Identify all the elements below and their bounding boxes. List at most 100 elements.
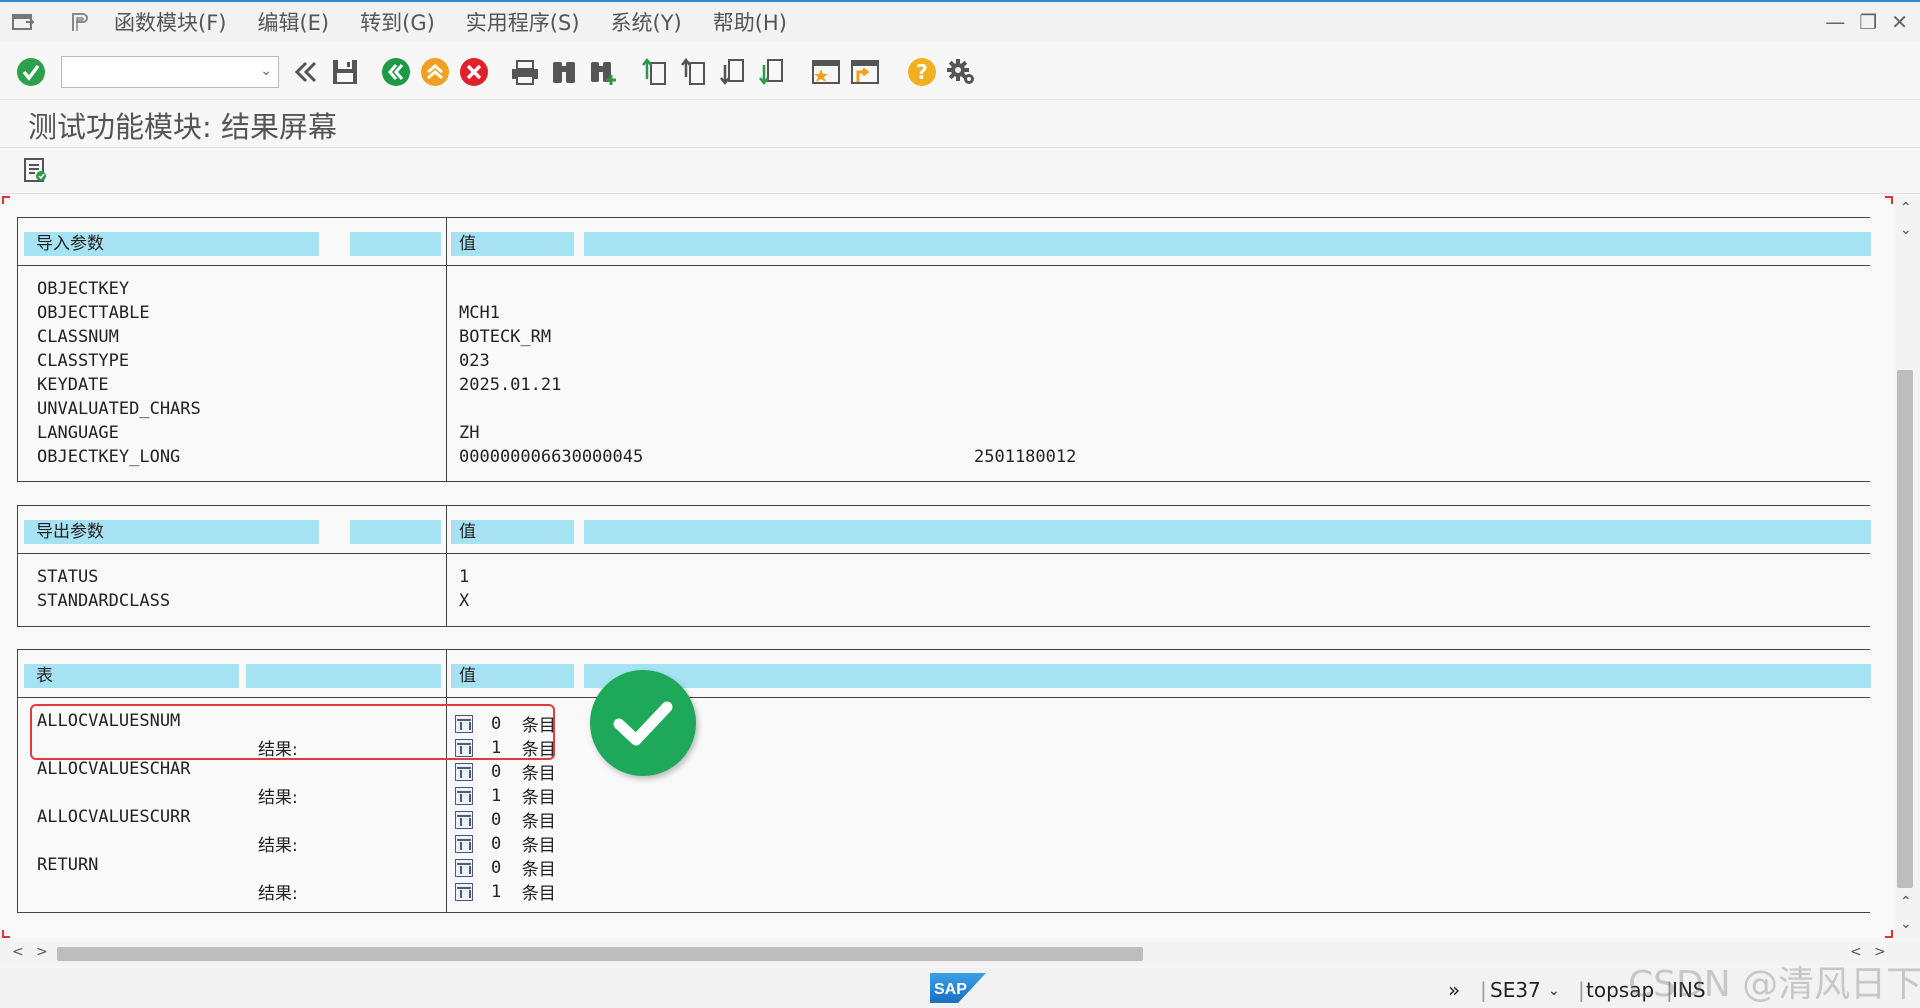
restore-icon[interactable]: ❐ (1859, 10, 1877, 34)
import-header-name: 导入参数 (24, 232, 319, 256)
param-name: CLASSNUM (37, 327, 119, 347)
status-expand-icon[interactable]: » (1448, 978, 1460, 1002)
table-entries-before[interactable]: 0 条目 (455, 759, 556, 784)
settings-gear-icon[interactable] (944, 55, 978, 89)
param-value: 1 (459, 567, 470, 587)
table-display-icon[interactable] (455, 858, 473, 877)
header-separator (18, 265, 1870, 266)
last-page-icon[interactable] (756, 55, 790, 89)
table-display-icon[interactable] (455, 810, 473, 829)
print-icon[interactable] (508, 55, 542, 89)
create-session-icon[interactable] (809, 55, 843, 89)
import-header-blank (350, 232, 441, 256)
import-header-value: 值 (451, 232, 574, 256)
table-entries-before[interactable]: 0 条目 (455, 855, 556, 880)
table-entries-after[interactable]: 1 条目 (455, 879, 556, 904)
scroll-up-icon[interactable]: ⌃ (1900, 200, 1912, 216)
standard-toolbar: ⌄ ? (0, 44, 1920, 100)
horizontal-scroll-thumb[interactable] (57, 947, 1143, 961)
generate-shortcut-icon[interactable] (848, 55, 882, 89)
table-entries-after[interactable]: 0 条目 (455, 831, 556, 856)
result-label: 结果: (258, 836, 298, 856)
table-display-icon[interactable] (455, 882, 473, 901)
corner-marker (2, 930, 10, 938)
vertical-scroll-thumb[interactable] (1897, 370, 1913, 888)
menu-bar: 函数模块(F) 编辑(E) 转到(G) 实用程序(S) 系统(Y) 帮助(H) … (0, 0, 1920, 42)
table-entries-after[interactable]: 1 条目 (455, 783, 556, 808)
system-menu-icon[interactable] (10, 9, 36, 35)
param-value: 023 (459, 351, 490, 371)
param-name: LANGUAGE (37, 423, 119, 443)
table-display-icon[interactable] (455, 762, 473, 781)
menu-edit[interactable]: 编辑(E) (257, 7, 329, 37)
save-icon[interactable] (328, 55, 362, 89)
enter-check-icon[interactable] (14, 55, 48, 89)
svg-text:SAP: SAP (934, 981, 967, 998)
scroll-right-icon[interactable]: > (36, 944, 48, 960)
scroll-up-icon[interactable]: ⌃ (1900, 894, 1912, 910)
export-header-fill (584, 520, 1871, 544)
command-field[interactable]: ⌄ (61, 55, 279, 88)
close-icon[interactable]: ✕ (1891, 10, 1908, 34)
debugging-icon[interactable] (18, 154, 52, 188)
corner-marker (1885, 930, 1893, 938)
menu-system[interactable]: 系统(Y) (611, 7, 682, 37)
column-divider (446, 218, 447, 481)
find-next-icon[interactable] (586, 55, 620, 89)
exit-icon[interactable] (418, 55, 452, 89)
column-divider (446, 506, 447, 626)
param-name: KEYDATE (37, 375, 109, 395)
param-value: 000000006630000045 (459, 447, 644, 467)
back-icon[interactable] (379, 55, 413, 89)
tables-header-name: 表 (24, 664, 239, 688)
table-display-icon[interactable] (455, 786, 473, 805)
status-separator: | (1578, 978, 1585, 1002)
param-value: MCH1 (459, 303, 500, 323)
menu-utilities[interactable]: 实用程序(S) (466, 7, 580, 37)
cancel-icon[interactable] (457, 55, 491, 89)
menu-goto[interactable]: 转到(G) (360, 7, 435, 37)
import-header-fill (584, 232, 1871, 256)
status-transaction[interactable]: SE37 (1490, 978, 1541, 1002)
param-name: OBJECTTABLE (37, 303, 150, 323)
export-parameters-panel: 导出参数 值 STATUS 1 STANDARDCLASS X (17, 505, 1871, 627)
menu-help[interactable]: 帮助(H) (713, 7, 787, 37)
first-page-icon[interactable] (639, 55, 673, 89)
page-title: 测试功能模块: 结果屏幕 (28, 110, 337, 144)
help-icon[interactable]: ? (905, 55, 939, 89)
double-chevron-left-icon[interactable] (289, 55, 323, 89)
chevron-down-icon[interactable]: ⌄ (1548, 983, 1560, 999)
menu-function-module[interactable]: 函数模块(F) (114, 7, 226, 37)
next-page-icon[interactable] (717, 55, 751, 89)
tables-panel: 表 值 ALLOCVALUESNUM 0 条目 结果: 1 条目 ALLOCVA… (17, 649, 1871, 913)
success-check-icon (590, 670, 696, 776)
header-separator (18, 553, 1870, 554)
export-header-name: 导出参数 (24, 520, 319, 544)
status-separator: | (1480, 978, 1487, 1002)
chevron-down-icon[interactable]: ⌄ (260, 63, 272, 79)
param-value: X (459, 591, 470, 611)
param-name: UNVALUATED_CHARS (37, 399, 201, 419)
find-icon[interactable] (547, 55, 581, 89)
result-label: 结果: (258, 788, 298, 808)
scroll-down-icon[interactable]: ⌄ (1900, 222, 1912, 238)
result-label: 结果: (258, 884, 298, 904)
param-name: STANDARDCLASS (37, 591, 171, 611)
layout-menu-icon[interactable] (66, 9, 92, 35)
param-value: ZH (459, 423, 480, 443)
param-value: BOTECK_RM (459, 327, 552, 347)
application-toolbar (0, 148, 1920, 194)
param-name: STATUS (37, 567, 99, 587)
import-parameters-panel: 导入参数 值 OBJECTKEY OBJECTTABLE MCH1 CLASSN… (17, 217, 1871, 482)
corner-marker (1885, 196, 1893, 204)
table-name: ALLOCVALUESCURR (37, 807, 191, 827)
minimize-icon[interactable]: — (1825, 10, 1845, 34)
table-display-icon[interactable] (455, 834, 473, 853)
export-header-blank (350, 520, 441, 544)
previous-page-icon[interactable] (678, 55, 712, 89)
scroll-down-icon[interactable]: ⌄ (1900, 916, 1912, 932)
scroll-left-icon[interactable]: < (12, 944, 24, 960)
param-value: 2025.01.21 (459, 375, 562, 395)
table-entries-before[interactable]: 0 条目 (455, 807, 556, 832)
table-name: RETURN (37, 855, 99, 875)
